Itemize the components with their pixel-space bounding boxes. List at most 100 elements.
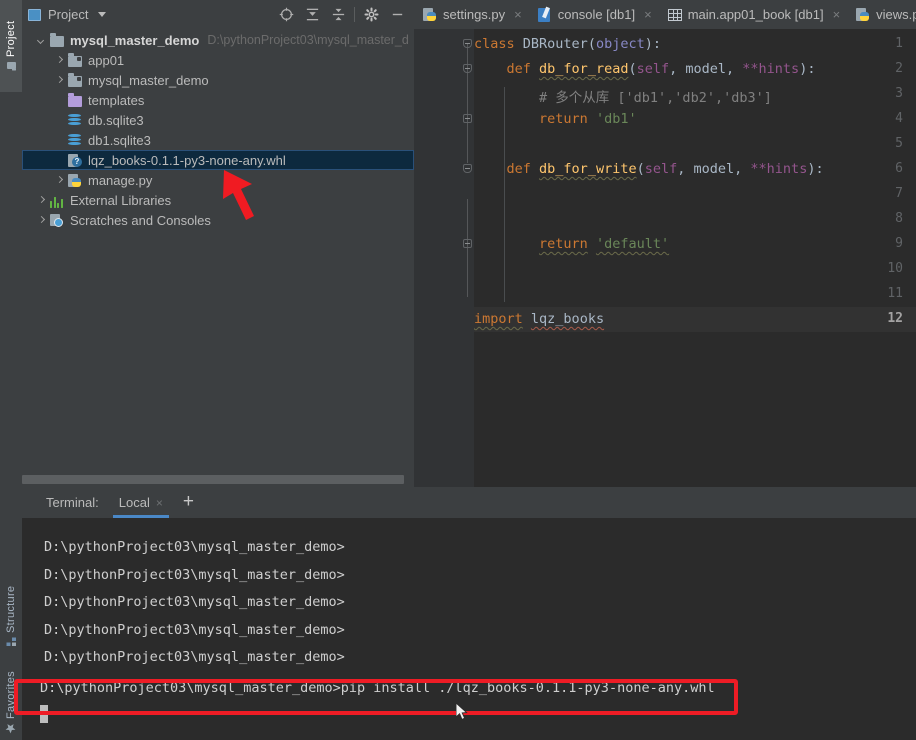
module-folder-icon — [68, 73, 82, 87]
fold-marker-line-9[interactable] — [463, 239, 472, 248]
tree-item-icon — [50, 33, 65, 48]
chevron-right-icon[interactable] — [36, 215, 47, 226]
editor-tab-console-db1[interactable]: console [db1] × — [529, 0, 659, 29]
tree-item-templates[interactable]: templates — [22, 90, 414, 110]
sidebar-item-project[interactable]: Project — [0, 0, 22, 92]
fold-marker-line-6[interactable] — [463, 164, 472, 173]
editor-tab-settings-py[interactable]: settings.py × — [414, 0, 529, 29]
tree-item-icon — [68, 93, 83, 108]
code-line-2[interactable]: def db_for_read(self, model, **hints): — [474, 61, 816, 77]
project-toolbar — [273, 3, 410, 27]
project-horizontal-scrollbar[interactable] — [22, 473, 414, 486]
locate-icon[interactable] — [273, 3, 299, 27]
terminal-line: D:\pythonProject03\mysql_master_demo> — [44, 539, 345, 555]
project-title-group[interactable]: Project — [28, 7, 107, 22]
tree-item-label: mysql_master_demo — [88, 72, 209, 88]
terminal-panel: Terminal: Local × + D:\pythonProject03\m… — [22, 487, 916, 740]
code-line-6[interactable]: def db_for_write(self, model, **hints): — [474, 161, 824, 177]
settings-gear-icon[interactable] — [358, 3, 384, 27]
line-number: 1 — [895, 36, 903, 51]
tab-file-icon — [423, 8, 437, 22]
fold-marker-line-4[interactable] — [463, 114, 472, 123]
editor-gutter[interactable] — [414, 29, 474, 487]
code-line-3[interactable]: # 多个从库 ['db1','db2','db3'] — [474, 86, 772, 106]
database-icon — [68, 134, 81, 147]
chevron-right-icon[interactable] — [54, 175, 65, 186]
collapse-all-icon[interactable] — [325, 3, 351, 27]
folder-icon — [50, 33, 64, 47]
fold-guide-line — [467, 43, 468, 163]
tree-item-manage-py[interactable]: manage.py — [22, 170, 414, 190]
new-terminal-button[interactable]: + — [173, 492, 204, 511]
tree-item-label: db.sqlite3 — [88, 112, 144, 128]
tree-item-label: manage.py — [88, 172, 153, 188]
tree-item-external-libraries[interactable]: External Libraries — [22, 190, 414, 210]
editor-tab-label: views.p — [876, 7, 916, 22]
hide-panel-icon[interactable] — [384, 3, 410, 27]
chevron-right-icon[interactable] — [54, 75, 65, 86]
close-icon[interactable]: × — [644, 7, 652, 22]
code-line-9[interactable]: return 'default' — [474, 236, 669, 252]
fold-marker-line-1[interactable] — [463, 39, 472, 48]
line-number: 9 — [895, 236, 903, 251]
editor-tab-main-app01-book-db1[interactable]: main.app01_book [db1] × — [659, 0, 847, 29]
left-tool-strip: Project Structure Favorites — [0, 0, 23, 740]
wheel-file-icon: ? — [68, 153, 82, 168]
python-file-icon — [68, 173, 82, 188]
chevron-down-icon[interactable] — [36, 35, 47, 46]
tree-item-db1-sqlite3[interactable]: db1.sqlite3 — [22, 130, 414, 150]
project-icon — [5, 61, 17, 71]
project-icon — [28, 8, 41, 21]
tree-item-db-sqlite3[interactable]: db.sqlite3 — [22, 110, 414, 130]
console-icon — [537, 6, 552, 22]
sidebar-item-favorites-label: Favorites — [5, 671, 17, 719]
line-number: 10 — [887, 261, 903, 276]
chevron-right-icon[interactable] — [54, 55, 65, 66]
tree-item-mysql-master-demo[interactable]: mysql_master_demo D:\pythonProject03\mysq… — [22, 30, 414, 50]
tree-item-label: mysql_master_demo — [70, 32, 200, 48]
tree-item-label: templates — [88, 92, 145, 108]
scrollbar-thumb[interactable] — [22, 475, 404, 484]
expand-all-icon[interactable] — [299, 3, 325, 27]
terminal-label: Terminal: — [46, 495, 99, 510]
terminal-output[interactable]: D:\pythonProject03\mysql_master_demo> D:\… — [22, 518, 916, 740]
editor-tab-bar: settings.py × console [db1] × main.app01_boo… — [414, 0, 916, 29]
tree-item-icon — [68, 173, 83, 188]
code-editor[interactable]: 1 2 3 4 5 6 7 8 9 10 11 12 class DBRouter(object): … — [414, 29, 916, 487]
close-icon[interactable]: × — [514, 7, 522, 22]
tree-item-app01[interactable]: app01 — [22, 50, 414, 70]
tree-item-icon — [68, 73, 83, 88]
chevron-right-icon[interactable] — [36, 195, 47, 206]
sidebar-item-structure[interactable]: Structure — [0, 570, 22, 662]
line-number: 3 — [895, 86, 903, 101]
tree-item-scratches-and-consoles[interactable]: Scratches and Consoles — [22, 210, 414, 230]
external-libraries-icon — [50, 195, 64, 208]
tree-item-icon: ? — [68, 153, 83, 168]
tree-item-icon — [50, 193, 65, 208]
sidebar-item-structure-label: Structure — [5, 585, 17, 633]
tree-item-mysql-master-demo[interactable]: mysql_master_demo — [22, 70, 414, 90]
fold-marker-line-2[interactable] — [463, 64, 472, 73]
close-icon[interactable]: × — [833, 7, 841, 22]
tree-item-path: D:\pythonProject03\mysql_master_d — [207, 33, 409, 47]
code-line-1[interactable]: class DBRouter(object): — [474, 36, 661, 52]
tree-item-icon — [50, 213, 65, 228]
tree-item-label: db1.sqlite3 — [88, 132, 151, 148]
tree-item-lqz-books-0-1-1-py3-none-any-whl[interactable]: ? lqz_books-0.1.1-py3-none-any.whl — [22, 150, 414, 170]
project-panel: Project mysql_master_demo D:\pythonProje… — [22, 0, 414, 487]
table-icon — [667, 9, 682, 21]
code-line-12[interactable]: import lqz_books — [474, 311, 604, 327]
editor-tab-views-p[interactable]: views.p — [847, 0, 916, 29]
code-line-4[interactable]: return 'db1' — [474, 111, 637, 127]
terminal-header: Terminal: Local × + — [22, 487, 916, 518]
sidebar-item-favorites[interactable]: Favorites — [0, 665, 22, 740]
pycharm-window: Project Structure Favorites Project mysq… — [0, 0, 916, 740]
terminal-tab-local[interactable]: Local × — [109, 487, 173, 518]
chevron-down-icon[interactable] — [98, 12, 107, 17]
editor-tab-label: settings.py — [443, 7, 506, 22]
close-icon[interactable]: × — [156, 496, 163, 510]
editor-area: settings.py × console [db1] × main.app01_boo… — [414, 0, 916, 487]
terminal-command-line[interactable]: D:\pythonProject03\mysql_master_demo>pip… — [40, 680, 715, 696]
